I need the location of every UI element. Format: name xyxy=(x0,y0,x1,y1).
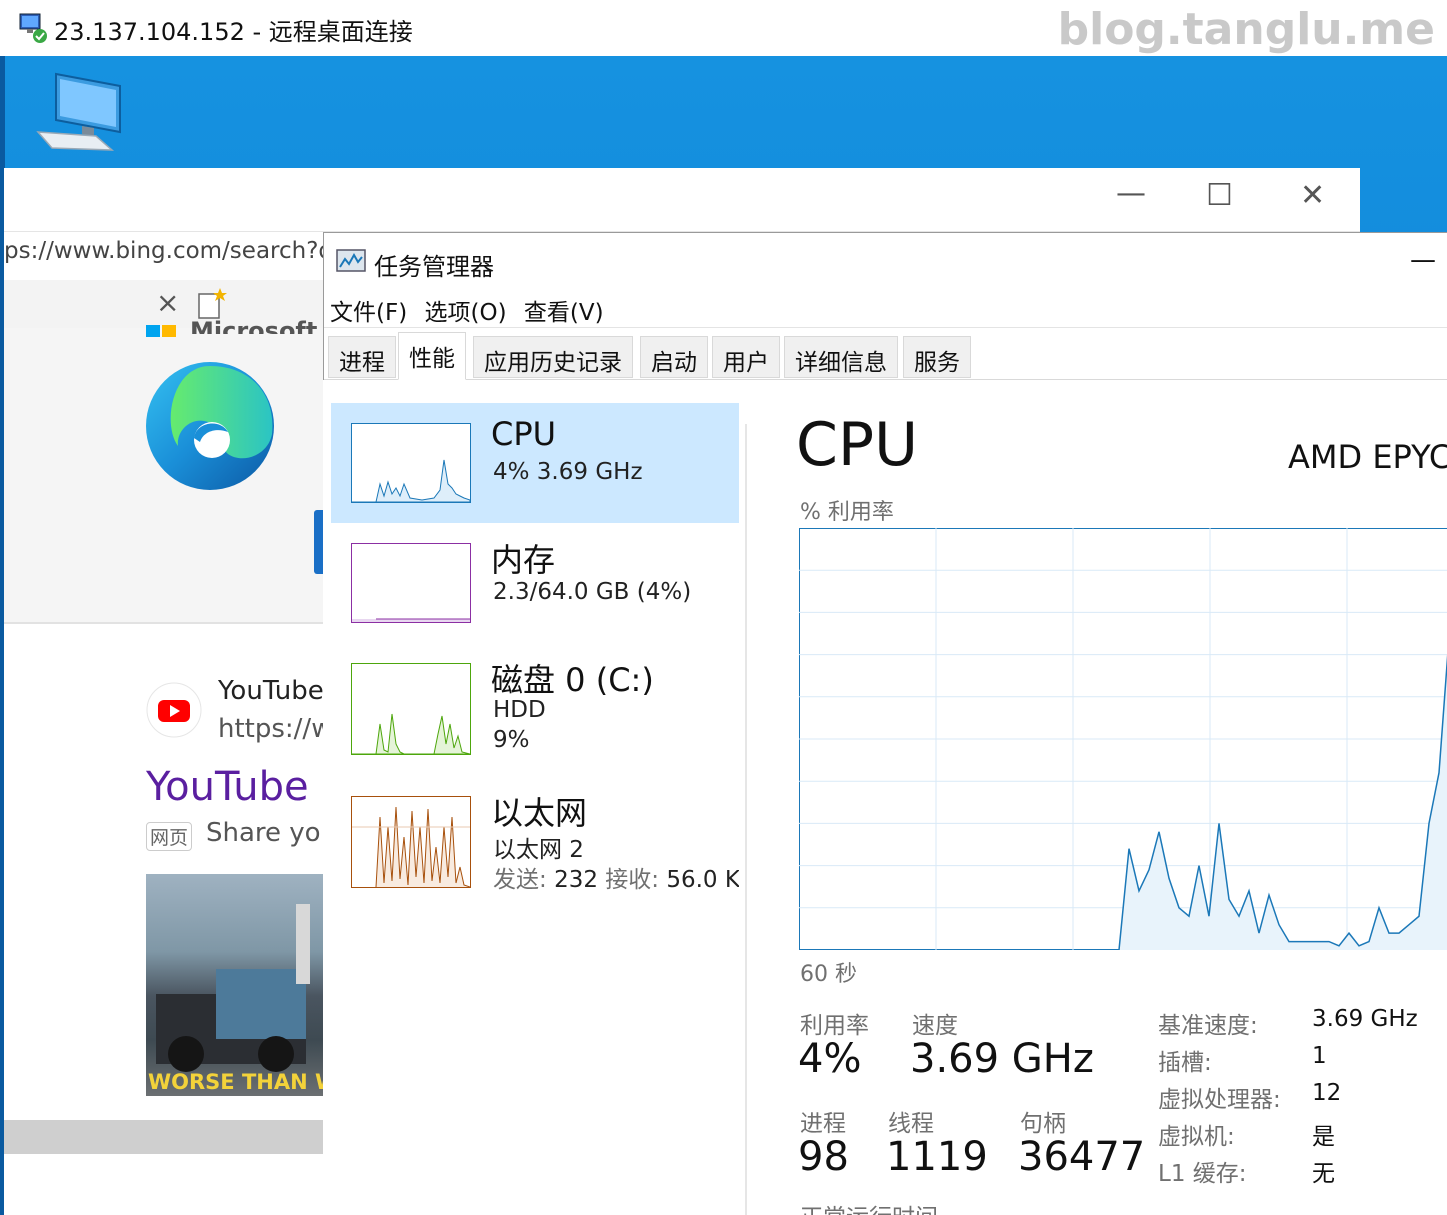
tab-services[interactable]: 服务 xyxy=(903,336,971,378)
resource-detail: 4% 3.69 GHz xyxy=(493,459,643,485)
tab-processes[interactable]: 进程 xyxy=(328,336,396,378)
stat-uptime-label: 正常运行时间 xyxy=(800,1198,938,1215)
cpu-detail-pane: CPU AMD EPYC % 利用率 60 秒 利用率 4% 速度 3.69 G… xyxy=(748,380,1447,1215)
spec-sockets-value: 1 xyxy=(1312,1043,1327,1069)
resource-title: 磁盘 0 (C:) xyxy=(491,661,654,699)
horizontal-scrollbar[interactable] xyxy=(4,1120,324,1154)
resource-ethernet[interactable]: 以太网 以太网 2 发送: 232 接收: 56.0 Kb xyxy=(331,776,739,906)
time-axis-label: 60 秒 xyxy=(800,962,857,987)
resource-title: 内存 xyxy=(491,541,556,579)
tab-app-history[interactable]: 应用历史记录 xyxy=(473,336,633,378)
resource-detail: 2.3/64.0 GB (4%) xyxy=(493,579,692,605)
resource-title: 以太网 xyxy=(491,794,588,832)
resource-title: CPU xyxy=(491,415,557,453)
spec-l1-cache-value: 无 xyxy=(1312,1161,1335,1187)
cpu-thumbnail-graph xyxy=(351,423,471,503)
resource-cpu[interactable]: CPU 4% 3.69 GHz xyxy=(331,403,739,523)
rdp-connection-icon xyxy=(18,12,50,48)
tab-startup[interactable]: 启动 xyxy=(640,336,708,378)
send-label: 发送: xyxy=(493,867,547,893)
spec-virtual-machine-value: 是 xyxy=(1312,1124,1335,1150)
spec-virtual-machine-label: 虚拟机: xyxy=(1158,1124,1235,1150)
spec-l1-cache-label: L1 缓存: xyxy=(1158,1161,1247,1187)
minimize-button[interactable]: — xyxy=(1116,176,1146,211)
resource-throughput: 发送: 232 接收: 56.0 Kb xyxy=(493,860,739,894)
menu-separator xyxy=(324,327,1447,328)
search-results: YouTube https://w YouTube 网页 Share yo WO… xyxy=(4,624,332,1122)
stat-speed-label: 速度 xyxy=(912,1013,958,1039)
menu-file[interactable]: 文件(F) xyxy=(330,300,407,326)
stat-speed-value: 3.69 GHz xyxy=(910,1036,1094,1082)
result-snippet: Share yo xyxy=(206,818,321,848)
menu-options[interactable]: 选项(O) xyxy=(425,300,507,326)
resource-usage: 9% xyxy=(493,727,530,753)
detail-heading: CPU xyxy=(796,410,918,480)
disk-thumbnail-graph xyxy=(351,663,471,755)
result-site-name: YouTube xyxy=(218,676,324,706)
stat-processes-label: 进程 xyxy=(800,1111,846,1137)
microsoft-logo-text: Microsoft xyxy=(190,317,318,334)
receive-value: 56.0 Kb xyxy=(666,867,739,893)
tab-details[interactable]: 详细信息 xyxy=(784,336,898,378)
tab-performance[interactable]: 性能 xyxy=(398,332,466,380)
resource-disk[interactable]: 磁盘 0 (C:) HDD 9% xyxy=(331,643,739,783)
ethernet-thumbnail-graph xyxy=(351,796,471,888)
send-value: 232 xyxy=(554,867,598,893)
resource-memory[interactable]: 内存 2.3/64.0 GB (4%) xyxy=(331,523,739,643)
resource-adapter: 以太网 2 xyxy=(493,837,584,863)
bing-header-area: Microsoft xyxy=(4,317,324,623)
result-site-url: https://w xyxy=(218,714,333,744)
spec-virtual-processors-value: 12 xyxy=(1312,1080,1342,1106)
cpu-usage-graph xyxy=(799,528,1447,950)
this-pc-icon[interactable] xyxy=(34,70,126,160)
result-badge: 网页 xyxy=(146,822,193,851)
browser-titlebar xyxy=(4,168,1360,232)
rdp-window-title: 23.137.104.152 - 远程桌面连接 xyxy=(54,18,413,46)
result-thumbnail[interactable]: WORSE THAN W xyxy=(146,874,324,1096)
edge-logo-icon xyxy=(142,358,278,498)
task-manager-icon xyxy=(336,247,368,279)
address-bar[interactable]: ps://www.bing.com/search?q xyxy=(4,232,324,280)
tab-close-icon[interactable]: × xyxy=(156,286,179,319)
close-button[interactable]: ✕ xyxy=(1300,178,1325,213)
memory-thumbnail-graph xyxy=(351,543,471,623)
spec-virtual-processors-label: 虚拟处理器: xyxy=(1158,1087,1281,1113)
address-text: ps://www.bing.com/search?q xyxy=(4,238,324,264)
result-title-link[interactable]: YouTube xyxy=(146,764,309,810)
task-manager-title: 任务管理器 xyxy=(374,253,494,281)
minimize-button[interactable]: — xyxy=(1410,245,1436,275)
receive-label: 接收: xyxy=(605,867,660,893)
stat-utilization-value: 4% xyxy=(798,1036,862,1082)
stat-utilization-label: 利用率 xyxy=(800,1013,869,1039)
utilization-axis-label: % 利用率 xyxy=(800,500,894,525)
youtube-icon xyxy=(146,682,202,742)
maximize-button[interactable]: ☐ xyxy=(1206,178,1233,213)
tab-users[interactable]: 用户 xyxy=(712,336,780,378)
rdp-titlebar: 23.137.104.152 - 远程桌面连接 blog.tanglu.me xyxy=(0,0,1447,56)
stat-threads-label: 线程 xyxy=(888,1111,934,1137)
stat-handles-label: 句柄 xyxy=(1020,1111,1066,1137)
spec-base-speed-label: 基准速度: xyxy=(1158,1013,1258,1039)
cpu-model: AMD EPYC xyxy=(1288,438,1447,476)
spec-base-speed-value: 3.69 GHz xyxy=(1312,1006,1418,1032)
watermark: blog.tanglu.me xyxy=(1057,4,1435,55)
spec-sockets-label: 插槽: xyxy=(1158,1050,1212,1076)
pane-separator[interactable] xyxy=(745,424,747,1215)
menu-bar: 文件(F) 选项(O) 查看(V) xyxy=(330,293,604,327)
stat-handles-value: 36477 xyxy=(1018,1134,1146,1180)
stat-threads-value: 1119 xyxy=(886,1134,988,1180)
resource-detail: HDD xyxy=(493,697,546,723)
menu-view[interactable]: 查看(V) xyxy=(524,300,604,326)
stat-processes-value: 98 xyxy=(798,1134,849,1180)
microsoft-logo-icon xyxy=(146,324,180,343)
thumbnail-caption: WORSE THAN W xyxy=(148,1070,324,1094)
